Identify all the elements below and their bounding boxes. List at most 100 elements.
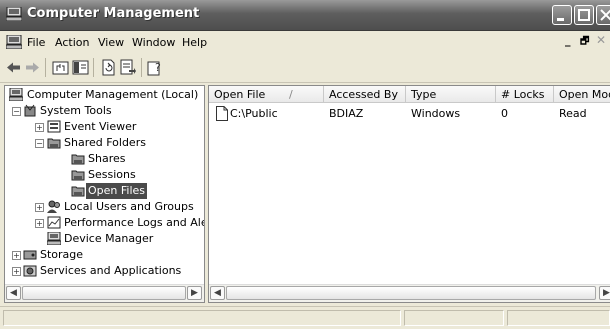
forward-arrow-icon[interactable] (24, 59, 41, 76)
column-header-open-mode[interactable]: Open Mode (554, 86, 610, 103)
export-list-icon[interactable] (120, 59, 137, 76)
scroll-left-arrow-icon[interactable]: ◀ (6, 286, 21, 300)
computer-management-window: Computer Management File Action View Win… (0, 0, 610, 329)
tree-item-event-viewer[interactable]: + Event Viewer (5, 119, 204, 135)
expand-toggle-icon[interactable]: + (35, 219, 44, 228)
column-header-label: Type (411, 88, 437, 101)
menu-file[interactable]: File (27, 36, 45, 49)
performance-logs-icon (47, 216, 61, 229)
title-bar[interactable]: Computer Management (0, 0, 610, 31)
scroll-thumb[interactable] (226, 286, 596, 300)
menu-action[interactable]: Action (55, 36, 89, 49)
cell-open-mode: Read (559, 107, 587, 120)
tree-item-label: Storage (40, 248, 84, 261)
expand-toggle-icon[interactable]: + (12, 267, 21, 276)
document-window-icon[interactable] (6, 35, 22, 49)
tree-item-label: Local Users and Groups (64, 200, 194, 213)
expand-toggle-icon[interactable]: + (12, 251, 21, 260)
tree-item-services-and-applications[interactable]: + Services and Applications (5, 263, 204, 279)
toolbar-separator (93, 58, 94, 77)
system-tools-icon (24, 104, 36, 117)
tree-item-label: Event Viewer (64, 120, 137, 133)
menu-help[interactable]: Help (182, 36, 207, 49)
tree-item-storage[interactable]: + Storage (5, 247, 204, 263)
scroll-left-arrow-icon[interactable]: ◀ (210, 286, 225, 300)
toolbar-separator (45, 58, 46, 77)
tree-horizontal-scrollbar[interactable]: ◀ ▶ (5, 284, 204, 302)
child-minimize-button[interactable]: _ (565, 34, 579, 48)
status-pane-3 (507, 310, 610, 326)
tree-item-label: Shared Folders (64, 136, 146, 149)
up-one-level-icon[interactable] (52, 59, 69, 76)
menu-bar: File Action View Window Help _ 🗗 ✕ (0, 31, 610, 53)
tree-item-shares[interactable]: Shares (5, 151, 204, 167)
users-icon (47, 200, 60, 213)
console-tree-pane[interactable]: Computer Management (Local) − System Too… (4, 85, 205, 303)
maximize-icon (578, 9, 590, 21)
tree-item-label: Performance Logs and Alerts (64, 216, 204, 229)
minimize-button[interactable] (552, 5, 572, 25)
shared-folder-icon (47, 138, 61, 149)
scroll-thumb[interactable] (22, 286, 186, 300)
toolbar: ? (0, 54, 610, 83)
column-header-label: Accessed By (329, 88, 398, 101)
column-header-label: Open Mode (559, 88, 610, 101)
column-header-locks[interactable]: # Locks (496, 86, 554, 103)
toolbar-separator (141, 58, 142, 77)
column-header-label: # Locks (501, 88, 545, 101)
column-header-label: Open File (214, 88, 266, 101)
tree-item-sessions[interactable]: Sessions (5, 167, 204, 183)
tree-item-computer-management[interactable]: Computer Management (Local) (5, 87, 204, 103)
tree-item-label: Sessions (88, 168, 136, 181)
sort-indicator-icon: / (289, 88, 293, 101)
status-pane-main (3, 310, 401, 326)
tree-item-local-users-and-groups[interactable]: + Local Users and Groups (5, 199, 204, 215)
shared-folder-icon (71, 170, 85, 181)
computer-icon (9, 88, 23, 101)
expand-toggle-icon[interactable]: + (35, 203, 44, 212)
menu-window[interactable]: Window (132, 36, 175, 49)
column-header-type[interactable]: Type (406, 86, 496, 103)
collapse-toggle-icon[interactable]: − (35, 139, 44, 148)
tree-item-performance-logs[interactable]: + Performance Logs and Alerts (5, 215, 204, 231)
scroll-right-arrow-icon[interactable]: ▶ (599, 286, 610, 300)
child-restore-button[interactable]: 🗗 (580, 34, 594, 48)
status-bar (0, 306, 610, 329)
tree-item-label: Shares (88, 152, 126, 165)
open-files-list-pane[interactable]: Open File / Accessed By Type # Locks Ope… (208, 85, 610, 303)
window-title: Computer Management (27, 6, 200, 21)
scroll-right-arrow-icon[interactable]: ▶ (187, 286, 202, 300)
tree-item-shared-folders[interactable]: − Shared Folders (5, 135, 204, 151)
tree-item-label: Services and Applications (40, 264, 182, 277)
tree-item-label: Computer Management (Local) (27, 88, 199, 101)
file-icon (216, 106, 228, 121)
collapse-toggle-icon[interactable]: − (12, 107, 21, 116)
column-header-open-file[interactable]: Open File / (209, 86, 324, 103)
cell-open-file: C:\Public (230, 107, 278, 120)
tree-item-device-manager[interactable]: Device Manager (5, 231, 204, 247)
cell-locks: 0 (501, 107, 508, 120)
device-manager-icon (47, 232, 61, 245)
menu-view[interactable]: View (98, 36, 124, 49)
status-pane-2 (404, 310, 504, 326)
show-hide-console-tree-icon[interactable] (72, 59, 89, 76)
tree-item-system-tools[interactable]: − System Tools (5, 103, 204, 119)
close-button[interactable] (596, 5, 610, 25)
computer-management-icon (6, 7, 22, 21)
column-header-accessed-by[interactable]: Accessed By (324, 86, 406, 103)
services-icon (23, 265, 37, 277)
tree-item-label: Open Files (86, 183, 148, 199)
maximize-button[interactable] (574, 5, 594, 25)
shared-folder-icon (71, 154, 85, 165)
close-icon (600, 9, 610, 21)
tree-item-open-files[interactable]: Open Files (5, 183, 204, 199)
refresh-icon[interactable] (100, 59, 117, 76)
event-viewer-icon (47, 120, 61, 133)
list-horizontal-scrollbar[interactable]: ◀ ▶ (209, 284, 610, 302)
storage-icon (23, 250, 37, 260)
help-icon[interactable]: ? (147, 59, 164, 76)
svg-text:?: ? (155, 61, 161, 74)
child-close-button[interactable]: ✕ (596, 33, 610, 47)
expand-toggle-icon[interactable]: + (35, 123, 44, 132)
back-arrow-icon[interactable] (5, 59, 22, 76)
